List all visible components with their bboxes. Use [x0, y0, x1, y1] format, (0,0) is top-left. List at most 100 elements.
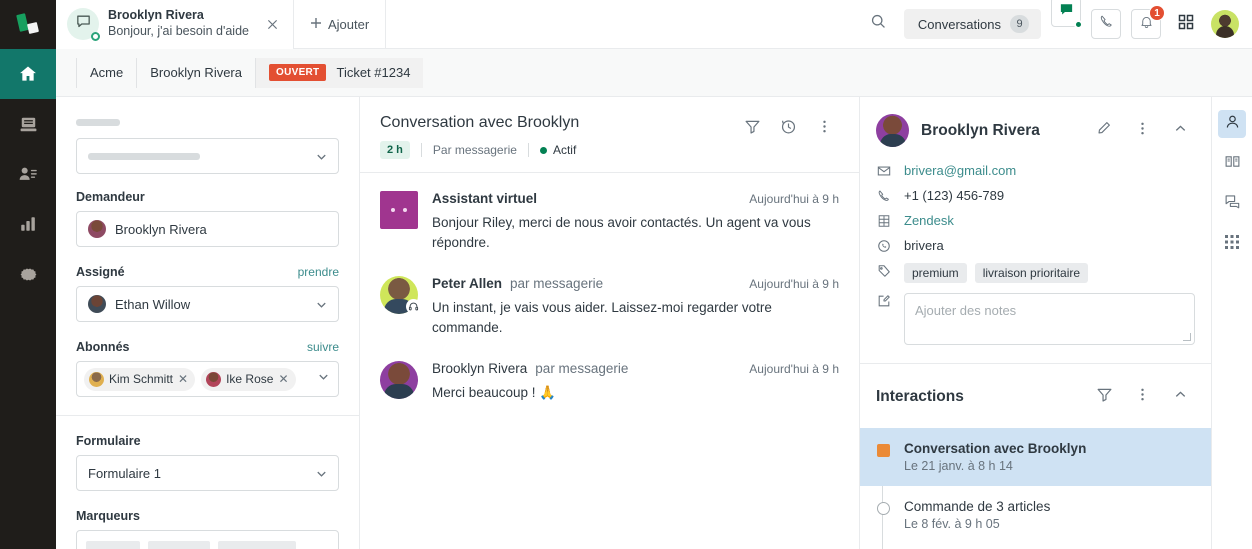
chevron-down-icon — [315, 150, 328, 163]
chevron-up-icon — [1173, 121, 1188, 141]
conversation-more-button[interactable] — [809, 114, 839, 144]
customer-email[interactable]: brivera@gmail.com — [904, 163, 1016, 178]
requester-field: Demandeur Brooklyn Rivera — [76, 190, 339, 247]
customer-notes-input[interactable]: Ajouter des notes — [904, 293, 1195, 345]
placeholder-label — [76, 119, 120, 126]
close-icon[interactable]: ✕ — [178, 372, 188, 386]
chevron-down-icon[interactable] — [317, 370, 330, 388]
plus-icon — [310, 17, 322, 32]
timeline-content: Conversation avec Brooklyn Le 21 janv. à… — [904, 441, 1086, 473]
follower-chip[interactable]: Ike Rose ✕ — [201, 367, 296, 391]
notifications-button[interactable]: 1 — [1131, 5, 1165, 39]
message-item: Assistant virtuel Aujourd'hui à 9 h Bonj… — [380, 191, 839, 252]
customer-fields: brivera@gmail.com +1 (123) 456-789 Zende… — [860, 163, 1211, 363]
close-icon[interactable] — [263, 15, 281, 33]
customer-field-whatsapp: brivera — [876, 238, 1195, 253]
nav-item-settings[interactable] — [0, 249, 56, 299]
context-tab-apps[interactable] — [1218, 230, 1246, 258]
assignee-take-link[interactable]: prendre — [298, 265, 339, 279]
customer-tags: premium livraison prioritaire — [904, 263, 1089, 283]
interactions-filter-button[interactable] — [1089, 382, 1119, 412]
topbar-actions: Conversations 9 1 — [864, 0, 1252, 48]
customer-tag[interactable]: premium — [904, 263, 967, 283]
message-channel: par messagerie — [535, 361, 629, 377]
conversations-button[interactable]: Conversations 9 — [903, 9, 1041, 39]
breadcrumb-item-customer[interactable]: Brooklyn Rivera — [137, 57, 256, 88]
add-tab-button[interactable]: Ajouter — [294, 0, 387, 48]
nav-item-home[interactable] — [0, 49, 56, 99]
customer-header: Brooklyn Rivera — [860, 97, 1211, 163]
followers-follow-link[interactable]: suivre — [307, 340, 339, 354]
breadcrumb-bar: Acme Brooklyn Rivera OUVERT Ticket #1234 — [56, 49, 1252, 97]
requester-select[interactable]: Brooklyn Rivera — [76, 211, 339, 247]
avatar[interactable] — [1211, 10, 1239, 38]
message-list: Assistant virtuel Aujourd'hui à 9 h Bonj… — [360, 173, 859, 549]
context-tab-knowledge[interactable] — [1218, 150, 1246, 178]
customer-organization[interactable]: Zendesk — [904, 213, 954, 228]
headset-icon — [406, 299, 421, 315]
person-icon — [1224, 113, 1241, 135]
status-badge: OUVERT — [269, 64, 327, 81]
placeholder-select[interactable] — [76, 138, 339, 174]
context-tab-user[interactable] — [1218, 110, 1246, 138]
form-field: Formulaire Formulaire 1 — [76, 434, 339, 491]
followers-input[interactable]: Kim Schmitt ✕ Ike Rose ✕ — [76, 361, 339, 397]
interactions-collapse-button[interactable] — [1165, 382, 1195, 412]
apps-button[interactable] — [1171, 9, 1201, 39]
customer-notes-placeholder: Ajouter des notes — [915, 303, 1017, 318]
close-icon[interactable]: ✕ — [278, 372, 288, 386]
message-text: Merci beaucoup ! 🙏 — [432, 385, 557, 401]
customer-tag[interactable]: livraison prioritaire — [974, 263, 1089, 283]
square-marker-icon — [876, 444, 890, 457]
message-timestamp: Aujourd'hui à 9 h — [749, 362, 839, 377]
message-item: Peter Allen par messagerie Aujourd'hui à… — [380, 276, 839, 337]
customer-more-button[interactable] — [1127, 116, 1157, 146]
message-header: Assistant virtuel Aujourd'hui à 9 h — [432, 191, 839, 206]
open-tab-brooklyn-rivera[interactable]: Brooklyn Rivera Bonjour, j'ai besoin d'a… — [56, 0, 294, 49]
customer-actions — [1089, 116, 1195, 146]
message-avatar — [380, 276, 421, 315]
timeline-item-conversation[interactable]: Conversation avec Brooklyn Le 21 janv. à… — [860, 428, 1211, 486]
breadcrumb-item-account[interactable]: Acme — [76, 57, 138, 88]
customer-field-notes: Ajouter des notes — [876, 293, 1195, 345]
assignee-value: Ethan Willow — [115, 296, 191, 312]
customer-collapse-button[interactable] — [1165, 116, 1195, 146]
conversation-status-label: Actif — [552, 143, 577, 157]
form-select[interactable]: Formulaire 1 — [76, 455, 339, 491]
conversation-history-button[interactable] — [773, 114, 803, 144]
ticket-number: Ticket #1234 — [336, 65, 411, 80]
grid-icon — [1224, 234, 1240, 255]
nav-item-views[interactable] — [0, 99, 56, 149]
meta-divider — [527, 143, 529, 157]
message-button[interactable] — [1051, 0, 1083, 29]
chevron-down-icon — [315, 298, 328, 311]
conversation-filter-button[interactable] — [737, 114, 767, 144]
follower-name: Kim Schmitt — [109, 372, 174, 386]
tags-field: Marqueurs — [76, 509, 339, 549]
search-button[interactable] — [864, 9, 894, 39]
message-avatar — [380, 361, 418, 400]
interactions-title: Interactions — [876, 388, 964, 405]
customer-edit-button[interactable] — [1089, 116, 1119, 146]
assignee-select[interactable]: Ethan Willow — [76, 286, 339, 322]
tag-icon — [876, 263, 892, 278]
app-logo[interactable] — [0, 0, 56, 49]
timeline-marker — [876, 499, 890, 531]
follower-avatar — [206, 371, 222, 387]
assignee-avatar — [88, 295, 106, 313]
follower-chip[interactable]: Kim Schmitt ✕ — [84, 367, 196, 391]
workspace: Demandeur Brooklyn Rivera Assigné prendr… — [56, 97, 1252, 549]
app-root: Brooklyn Rivera Bonjour, j'ai besoin d'a… — [0, 0, 1252, 549]
timeline-marker — [876, 441, 890, 473]
more-vertical-icon — [817, 119, 832, 139]
context-tab-conversations[interactable] — [1218, 190, 1246, 218]
interactions-more-button[interactable] — [1127, 382, 1157, 412]
add-tab-label: Ajouter — [328, 16, 370, 32]
nav-item-reporting[interactable] — [0, 199, 56, 249]
tab-text: Brooklyn Rivera Bonjour, j'ai besoin d'a… — [108, 8, 249, 39]
nav-item-customers[interactable] — [0, 149, 56, 199]
tags-input[interactable] — [76, 530, 339, 549]
timeline-item-order[interactable]: Commande de 3 articles Le 8 fév. à 9 h 0… — [860, 486, 1211, 544]
online-indicator — [91, 32, 100, 41]
call-button[interactable] — [1091, 9, 1121, 39]
